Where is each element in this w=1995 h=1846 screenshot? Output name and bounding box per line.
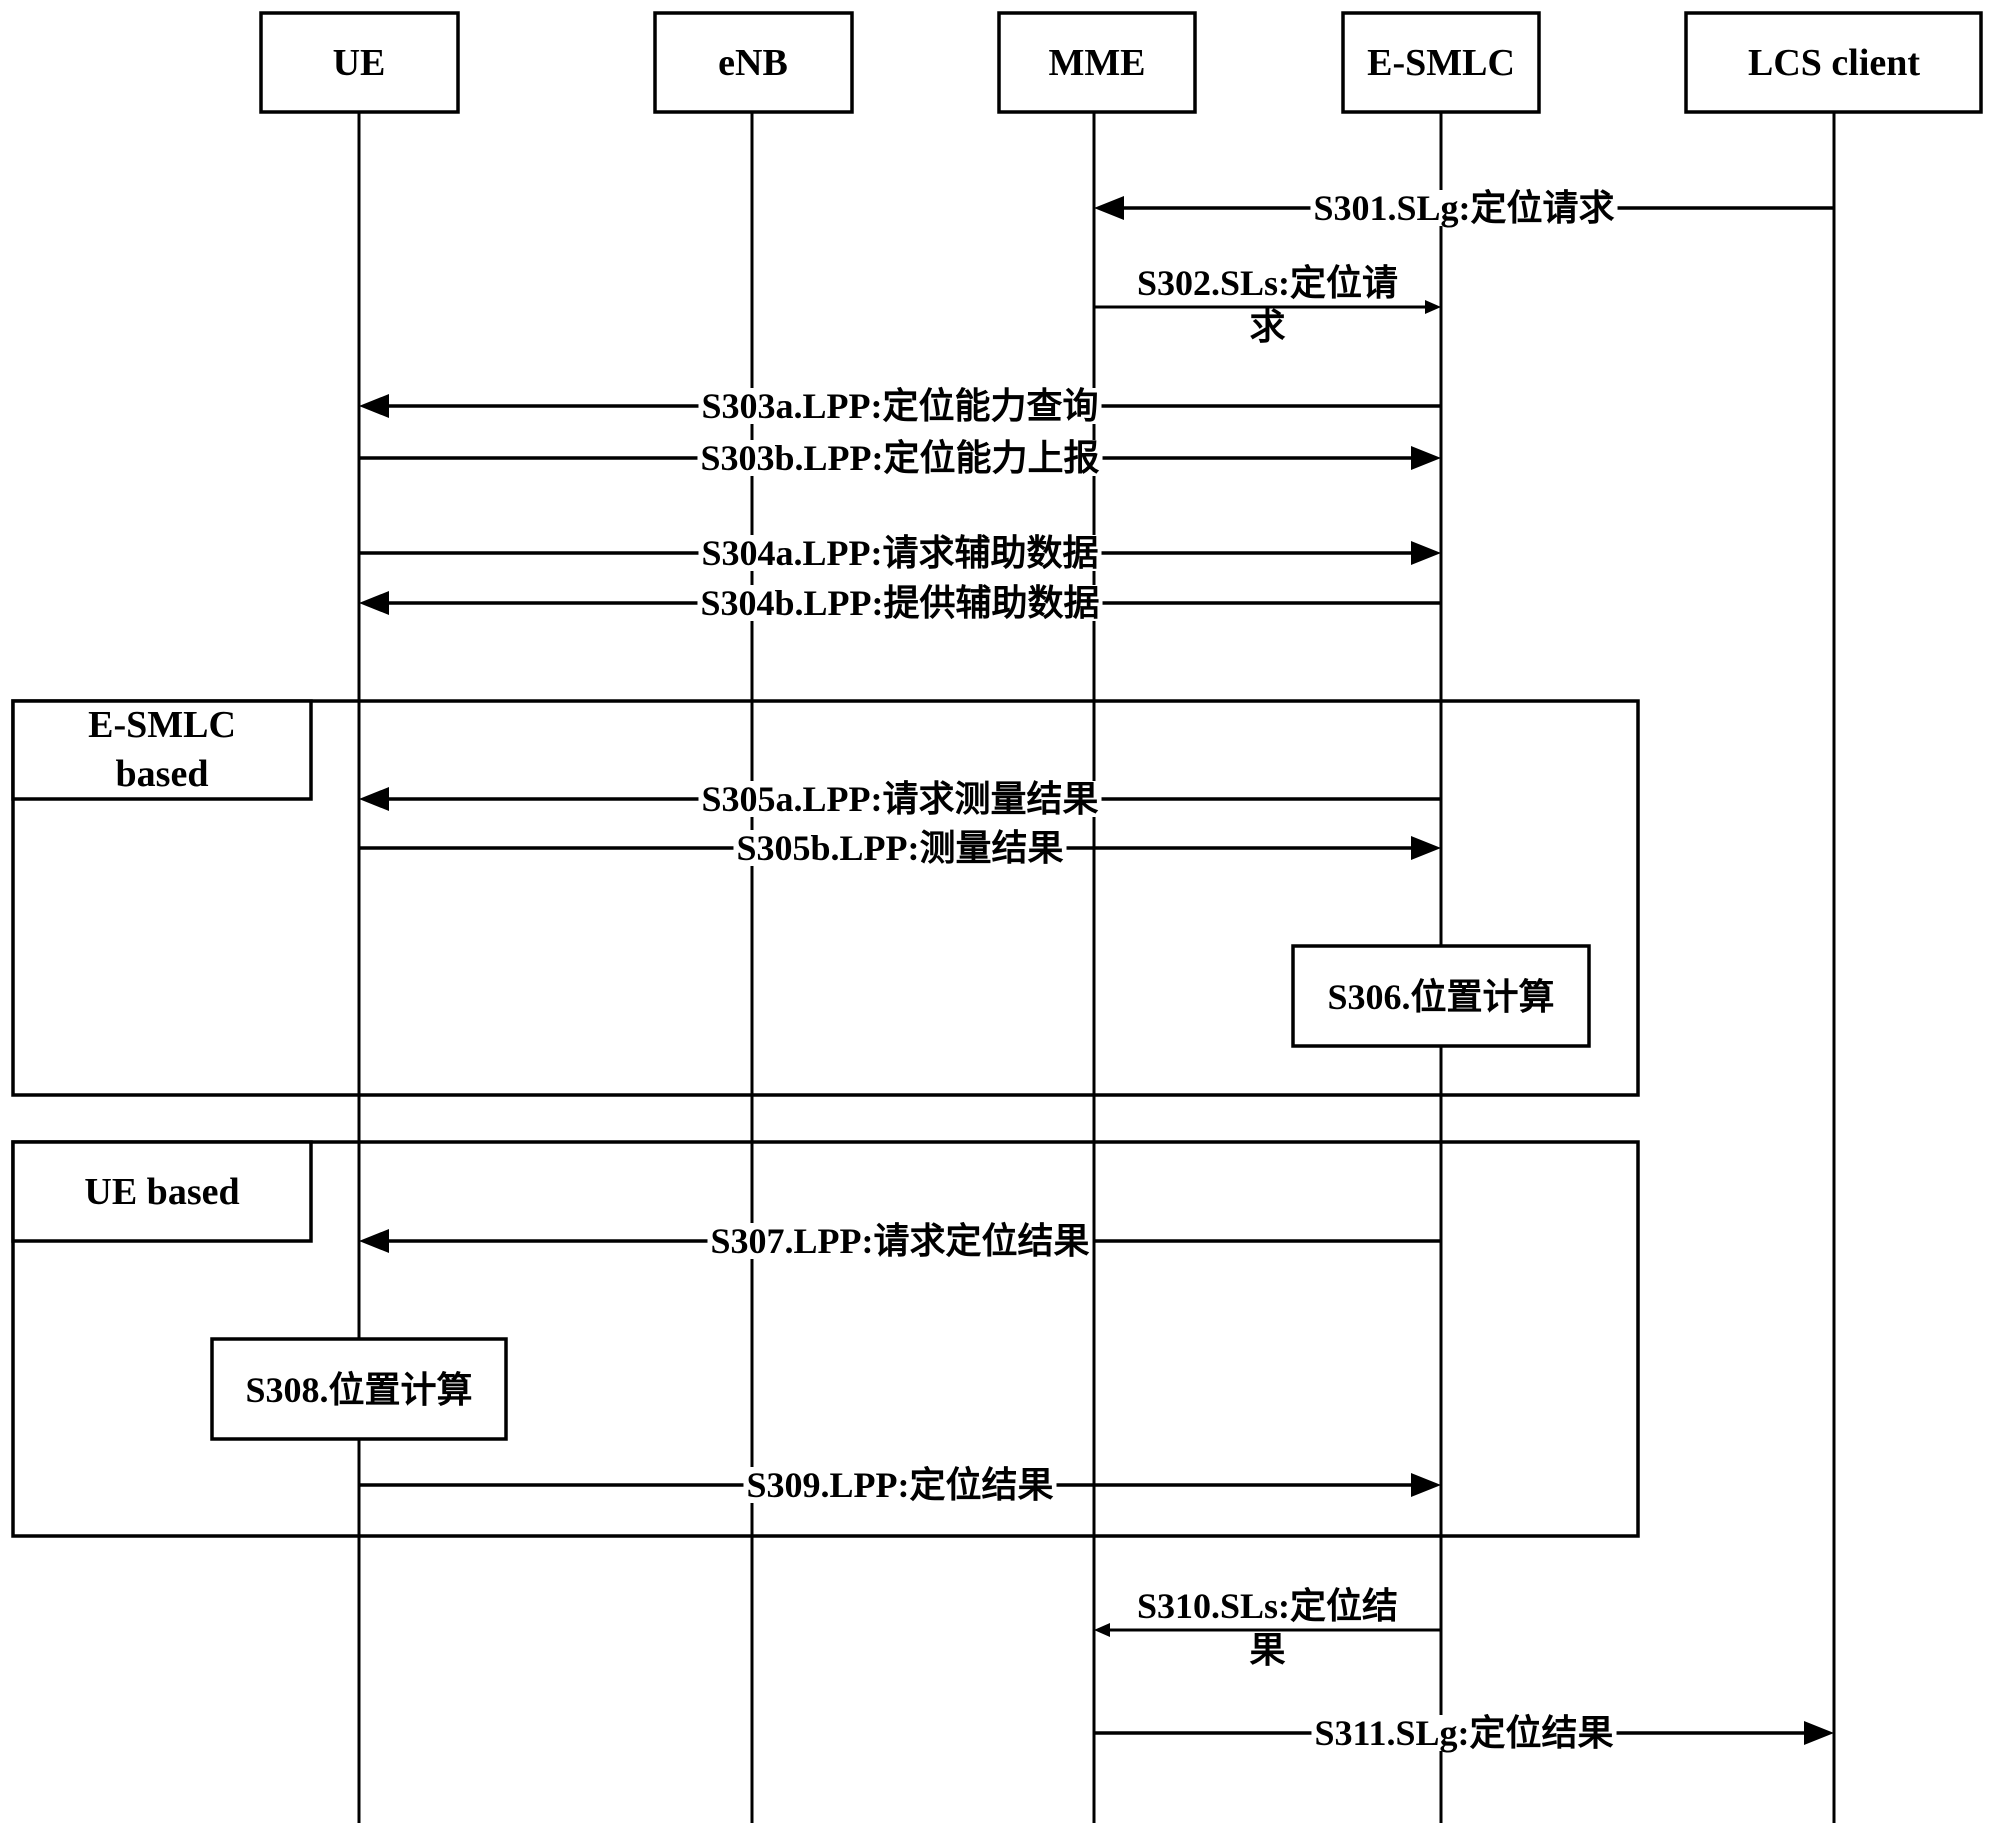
message-s309-label: S309.LPP:定位结果 [746,1465,1053,1505]
participant-esmlc-label: E-SMLC [1367,42,1515,84]
sequence-diagram: E-SMLC based UE based UE eNB MME E-SMLC … [11,11,1983,1823]
message-s310-label-line2: 果 [1249,1630,1285,1670]
arrowhead-icon [359,1229,389,1253]
participant-mme: MME [997,11,1197,114]
frame-esmlc-based-label-line2: based [116,753,209,795]
message-s310: S310.SLs:定位结果 [1094,1586,1441,1670]
arrowhead-icon [1094,1623,1110,1637]
message-s301-label: S301.SLg:定位请求 [1313,188,1614,228]
message-s305a-label: S305a.LPP:请求测量结果 [701,779,1098,819]
message-s302: S302.SLs:定位请求 [1094,263,1441,347]
participant-enb: eNB [653,11,854,114]
message-s305b: S305b.LPP:测量结果 [359,828,1441,868]
message-s301: S301.SLg:定位请求 [1094,188,1834,228]
arrowhead-icon [1411,446,1441,470]
message-s311-label: S311.SLg:定位结果 [1314,1713,1613,1753]
messages: S301.SLg:定位请求 S302.SLs:定位请求 S303a.LPP:定位能力… [359,188,1834,1753]
arrowhead-icon [1411,836,1441,860]
participant-mme-label: MME [1048,42,1145,84]
arrowhead-icon [359,591,389,615]
frame-ue-based-label: UE based [84,1171,239,1213]
message-s305b-label: S305b.LPP:测量结果 [736,828,1063,868]
participant-enb-label: eNB [718,42,788,84]
arrowhead-icon [359,394,389,418]
message-s310-label-line1: S310.SLs:定位结 [1137,1586,1398,1626]
message-s309: S309.LPP:定位结果 [359,1465,1441,1505]
message-s305a: S305a.LPP:请求测量结果 [359,779,1441,819]
activity-s306: S306.位置计算 [1291,944,1591,1048]
participant-lcs-label: LCS client [1748,42,1920,84]
message-s303a: S303a.LPP:定位能力查询 [359,386,1441,426]
message-s304b-label: S304b.LPP:提供辅助数据 [700,583,1099,623]
activity-s306-label: S306.位置计算 [1327,977,1554,1017]
message-s303a-label: S303a.LPP:定位能力查询 [701,386,1098,426]
message-s302-label-line2: 求 [1249,307,1285,347]
message-s307: S307.LPP:请求定位结果 [359,1221,1441,1261]
message-s311: S311.SLg:定位结果 [1094,1713,1834,1753]
message-s304a-label: S304a.LPP:请求辅助数据 [701,533,1098,573]
message-s304a: S304a.LPP:请求辅助数据 [359,533,1441,573]
activity-s308-label: S308.位置计算 [245,1370,472,1410]
activity-s308: S308.位置计算 [210,1337,508,1441]
message-s303b-label: S303b.LPP:定位能力上报 [700,438,1099,478]
arrowhead-icon [359,787,389,811]
arrowhead-icon [1411,1473,1441,1497]
arrowhead-icon [1411,541,1441,565]
frame-esmlc-based-label-line1: E-SMLC [88,704,236,746]
participant-ue: UE [259,11,460,114]
arrowhead-icon [1804,1721,1834,1745]
message-s303b: S303b.LPP:定位能力上报 [359,438,1441,478]
participant-esmlc: E-SMLC [1341,11,1541,114]
arrowhead-icon [1425,300,1441,314]
message-s302-label-line1: S302.SLs:定位请 [1137,263,1398,303]
participant-lcs: LCS client [1684,11,1983,114]
arrowhead-icon [1094,196,1124,220]
participant-ue-label: UE [333,42,386,84]
message-s304b: S304b.LPP:提供辅助数据 [359,583,1441,623]
lifelines [357,112,1836,1823]
message-s307-label: S307.LPP:请求定位结果 [710,1221,1089,1261]
